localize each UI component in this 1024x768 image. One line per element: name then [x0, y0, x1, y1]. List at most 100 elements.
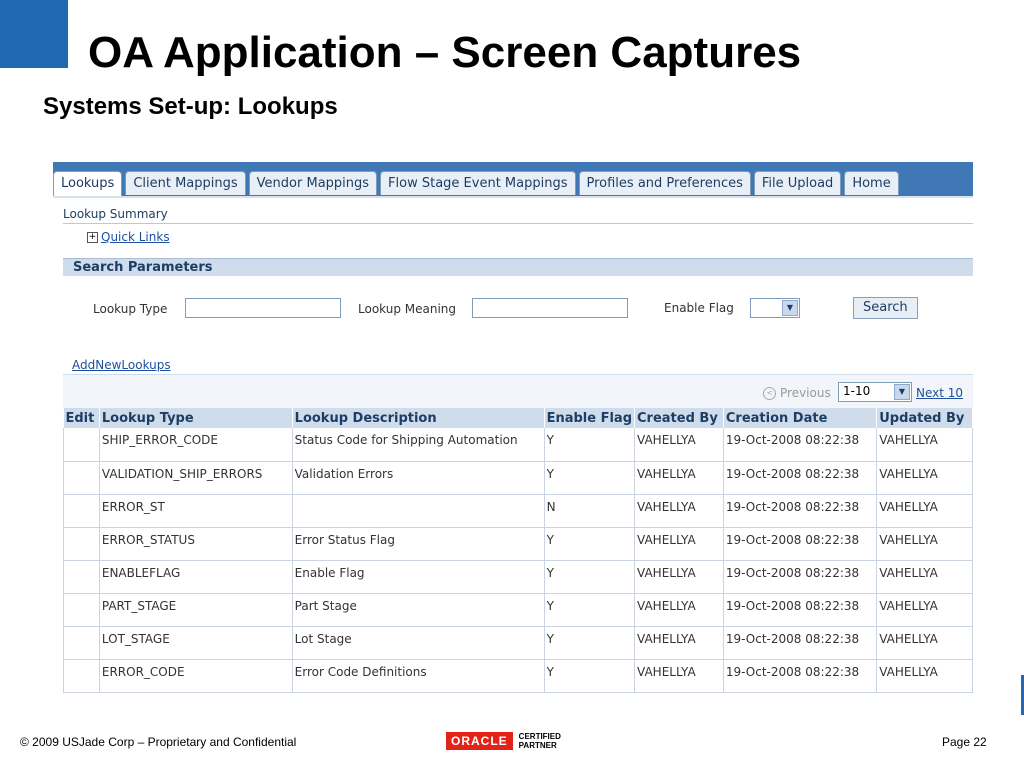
quick-links-toggle[interactable]: + Quick Links: [87, 230, 170, 244]
edit-cell[interactable]: [63, 659, 100, 693]
edit-cell[interactable]: [63, 560, 100, 594]
table-row: VALIDATION_SHIP_ERRORS Validation Errors Y…: [63, 461, 973, 495]
page-range-select[interactable]: 1-10 ▼: [838, 382, 912, 402]
corner-accent-block: [0, 0, 68, 68]
edit-cell[interactable]: [63, 461, 100, 495]
search-button[interactable]: Search: [853, 297, 918, 319]
lookup-meaning-input[interactable]: [472, 298, 628, 318]
edit-cell[interactable]: [63, 494, 100, 528]
certified-partner-text: CERTIFIED PARTNER: [519, 732, 561, 750]
created-by-cell: VAHELLYA: [634, 428, 724, 462]
previous-icon: <: [763, 386, 776, 400]
enable-flag-cell: Y: [544, 428, 636, 462]
edit-cell[interactable]: [63, 527, 100, 561]
updated-by-cell: VAHELLYA: [876, 560, 973, 594]
table-row: ERROR_ST N VAHELLYA 19-Oct-2008 08:22:38 VAH…: [63, 494, 973, 528]
lookup-description-cell: Validation Errors: [292, 461, 545, 495]
created-by-cell: VAHELLYA: [634, 527, 724, 561]
lookup-description-cell: Enable Flag: [292, 560, 545, 594]
lookup-type-cell: SHIP_ERROR_CODE: [99, 428, 293, 462]
lookup-type-cell: LOT_STAGE: [99, 626, 293, 660]
previous-button[interactable]: < Previous: [763, 386, 831, 400]
creation-date-cell: 19-Oct-2008 08:22:38: [723, 461, 878, 495]
lookup-description-cell: Part Stage: [292, 593, 545, 627]
updated-by-cell: VAHELLYA: [876, 659, 973, 693]
column-header-enable-flag[interactable]: Enable Flag: [544, 408, 636, 428]
plus-icon[interactable]: +: [87, 231, 98, 243]
search-panel: Lookup Type Lookup Meaning Enable Flag ▼…: [63, 276, 973, 366]
lookup-description-cell: Status Code for Shipping Automation: [292, 428, 545, 462]
column-header-lookup-description[interactable]: Lookup Description: [292, 408, 545, 428]
tab-client-mappings[interactable]: Client Mappings: [125, 171, 246, 195]
tab-profiles-and-preferences[interactable]: Profiles and Preferences: [578, 171, 751, 195]
edit-cell[interactable]: [63, 593, 100, 627]
tab-bar: Lookups Client Mappings Vendor Mappings …: [53, 171, 902, 198]
oracle-logo-text: ORACLE: [446, 732, 513, 750]
chevron-down-icon[interactable]: ▼: [782, 300, 798, 316]
previous-label: Previous: [780, 386, 831, 400]
table-row: ENABLEFLAG Enable Flag Y VAHELLYA 19-Oct-200…: [63, 560, 973, 594]
enable-flag-cell: Y: [544, 527, 636, 561]
table-header-row: Edit Lookup Type Lookup Description Enab…: [63, 408, 973, 428]
footer-copyright: © 2009 USJade Corp – Proprietary and Con…: [20, 735, 297, 749]
partner-text: PARTNER: [518, 741, 557, 750]
tab-vendor-mappings[interactable]: Vendor Mappings: [248, 171, 378, 195]
created-by-cell: VAHELLYA: [634, 593, 724, 627]
table-row: SHIP_ERROR_CODE Status Code for Shipping …: [63, 428, 973, 462]
slide-subtitle: Systems Set-up: Lookups: [43, 93, 338, 120]
created-by-cell: VAHELLYA: [634, 461, 724, 495]
lookup-type-input[interactable]: [185, 298, 341, 318]
chevron-down-icon[interactable]: ▼: [894, 384, 910, 400]
lookup-type-cell: ENABLEFLAG: [99, 560, 293, 594]
enable-flag-label: Enable Flag: [664, 301, 734, 315]
enable-flag-select[interactable]: ▼: [750, 298, 800, 318]
tab-flow-stage-event-mappings[interactable]: Flow Stage Event Mappings: [380, 171, 576, 195]
column-header-updated-by[interactable]: Updated By: [876, 408, 973, 428]
pagination-bar: < Previous 1-10 ▼ Next 10: [63, 374, 973, 409]
enable-flag-cell: Y: [544, 560, 636, 594]
tab-home[interactable]: Home: [844, 171, 899, 195]
table-row: PART_STAGE Part Stage Y VAHELLYA 19-Oct-2008…: [63, 593, 973, 627]
page-range-value: 1-10: [843, 384, 871, 398]
column-header-created-by[interactable]: Created By: [634, 408, 724, 428]
certified-text: CERTIFIED: [518, 732, 561, 741]
created-by-cell: VAHELLYA: [634, 626, 724, 660]
created-by-cell: VAHELLYA: [634, 659, 724, 693]
lookup-type-cell: ERROR_STATUS: [99, 527, 293, 561]
lookup-type-cell: PART_STAGE: [99, 593, 293, 627]
creation-date-cell: 19-Oct-2008 08:22:38: [723, 560, 878, 594]
slide-title: OA Application – Screen Captures: [88, 28, 802, 77]
lookup-type-cell: VALIDATION_SHIP_ERRORS: [99, 461, 293, 495]
column-header-edit: Edit: [63, 408, 100, 428]
application-screenshot: Lookups Client Mappings Vendor Mappings …: [53, 162, 973, 700]
lookup-type-cell: ERROR_ST: [99, 494, 293, 528]
enable-flag-cell: Y: [544, 659, 636, 693]
column-header-creation-date[interactable]: Creation Date: [723, 408, 878, 428]
add-new-lookups-link[interactable]: AddNewLookups: [72, 358, 171, 372]
table-row: ERROR_CODE Error Code Definitions Y VAHELLY…: [63, 659, 973, 693]
lookup-meaning-label: Lookup Meaning: [358, 302, 457, 316]
tab-lookups[interactable]: Lookups: [53, 171, 123, 198]
lookup-type-label: Lookup Type: [93, 302, 168, 316]
edit-cell[interactable]: [63, 626, 100, 660]
creation-date-cell: 19-Oct-2008 08:22:38: [723, 659, 878, 693]
updated-by-cell: VAHELLYA: [876, 527, 973, 561]
created-by-cell: VAHELLYA: [634, 560, 724, 594]
lookup-description-cell: [292, 494, 545, 528]
creation-date-cell: 19-Oct-2008 08:22:38: [723, 593, 878, 627]
creation-date-cell: 19-Oct-2008 08:22:38: [723, 428, 878, 462]
table-row: ERROR_STATUS Error Status Flag Y VAHELLYA 19…: [63, 527, 973, 561]
oracle-certified-partner-logo: ORACLE CERTIFIED PARTNER: [446, 732, 561, 750]
column-header-lookup-type[interactable]: Lookup Type: [99, 408, 293, 428]
quick-links-link[interactable]: Quick Links: [101, 230, 170, 244]
next-page-link[interactable]: Next 10: [916, 386, 963, 400]
search-parameters-header: Search Parameters: [63, 258, 973, 276]
updated-by-cell: VAHELLYA: [876, 494, 973, 528]
tab-file-upload[interactable]: File Upload: [753, 171, 842, 195]
creation-date-cell: 19-Oct-2008 08:22:38: [723, 527, 878, 561]
creation-date-cell: 19-Oct-2008 08:22:38: [723, 494, 878, 528]
edit-cell[interactable]: [63, 428, 100, 462]
updated-by-cell: VAHELLYA: [876, 428, 973, 462]
divider: [63, 223, 973, 224]
lookup-description-cell: Lot Stage: [292, 626, 545, 660]
